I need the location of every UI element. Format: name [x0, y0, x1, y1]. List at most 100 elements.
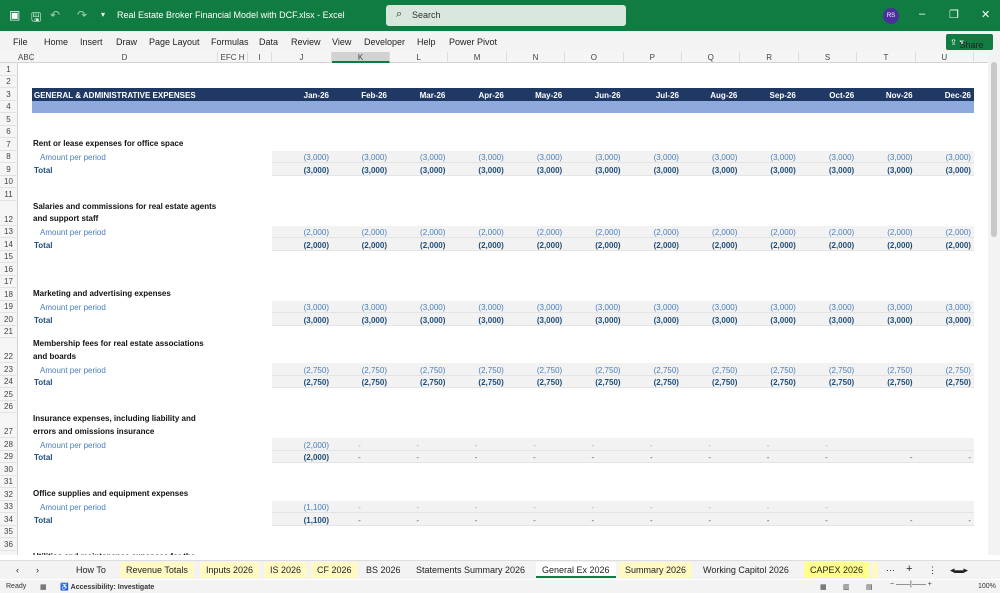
- sheet-tab-is-2026[interactable]: IS 2026: [264, 562, 308, 578]
- undo-icon[interactable]: ↶: [50, 8, 60, 22]
- row-header[interactable]: 4: [0, 100, 18, 113]
- row-header[interactable]: 12: [0, 200, 18, 226]
- amount-cell[interactable]: -: [448, 438, 506, 451]
- total-cell[interactable]: -: [448, 513, 506, 526]
- amount-cell[interactable]: (2,000): [799, 226, 857, 239]
- amount-cell[interactable]: (2,750): [565, 363, 623, 376]
- amount-cell[interactable]: (3,000): [332, 151, 390, 164]
- total-cell[interactable]: (2,000): [448, 238, 506, 251]
- row-header[interactable]: 3: [0, 88, 18, 101]
- amount-cell[interactable]: (3,000): [740, 301, 798, 314]
- row-header[interactable]: 22: [0, 338, 18, 363]
- row-header[interactable]: 37: [0, 550, 18, 555]
- column-header-r[interactable]: R: [740, 52, 799, 63]
- column-header-p[interactable]: P: [624, 52, 682, 63]
- total-cell[interactable]: -: [916, 451, 974, 464]
- amount-cell[interactable]: (3,000): [857, 151, 915, 164]
- amount-cell[interactable]: (2,000): [448, 226, 506, 239]
- row-header[interactable]: 35: [0, 525, 18, 538]
- total-cell[interactable]: -: [332, 451, 390, 464]
- amount-cell[interactable]: -: [740, 438, 798, 451]
- amount-cell[interactable]: (2,750): [740, 363, 798, 376]
- total-cell[interactable]: (2,000): [565, 238, 623, 251]
- total-cell[interactable]: (3,000): [272, 163, 332, 176]
- amount-cell[interactable]: (2,750): [390, 363, 448, 376]
- row-header[interactable]: 1: [0, 63, 18, 76]
- amount-cell[interactable]: (2,750): [916, 363, 974, 376]
- row-header[interactable]: 8: [0, 150, 18, 163]
- amount-cell[interactable]: -: [390, 438, 448, 451]
- amount-cell[interactable]: (2,750): [272, 363, 332, 376]
- amount-cell[interactable]: (3,000): [857, 301, 915, 314]
- row-header[interactable]: 18: [0, 288, 18, 301]
- total-cell[interactable]: (2,000): [390, 238, 448, 251]
- amount-cell[interactable]: (2,000): [507, 226, 565, 239]
- amount-cell[interactable]: -: [682, 501, 740, 514]
- total-cell[interactable]: (3,000): [390, 163, 448, 176]
- total-cell[interactable]: (2,000): [624, 238, 682, 251]
- menu-data[interactable]: Data: [259, 37, 278, 47]
- column-header-s[interactable]: S: [799, 52, 858, 63]
- total-cell[interactable]: -: [390, 513, 448, 526]
- total-cell[interactable]: -: [682, 451, 740, 464]
- vertical-scrollbar[interactable]: [988, 52, 1000, 555]
- total-cell[interactable]: (3,000): [799, 313, 857, 326]
- menu-developer[interactable]: Developer: [364, 37, 405, 47]
- total-cell[interactable]: (2,000): [272, 451, 332, 464]
- total-cell[interactable]: -: [857, 513, 915, 526]
- menu-formulas[interactable]: Formulas: [211, 37, 249, 47]
- total-cell[interactable]: (2,000): [799, 238, 857, 251]
- total-cell[interactable]: -: [448, 451, 506, 464]
- row-header[interactable]: 13: [0, 225, 18, 238]
- options-icon[interactable]: ⋮: [922, 562, 943, 578]
- menu-draw[interactable]: Draw: [116, 37, 137, 47]
- row-header[interactable]: 26: [0, 400, 18, 413]
- column-header-n[interactable]: N: [507, 52, 566, 63]
- total-cell[interactable]: (3,000): [272, 313, 332, 326]
- zoom-level[interactable]: 100%: [978, 583, 996, 590]
- total-cell[interactable]: (2,750): [740, 376, 798, 389]
- amount-cell[interactable]: (2,000): [916, 226, 974, 239]
- amount-cell[interactable]: [857, 438, 915, 451]
- total-cell[interactable]: (3,000): [390, 313, 448, 326]
- amount-cell[interactable]: (2,750): [682, 363, 740, 376]
- total-cell[interactable]: (2,750): [682, 376, 740, 389]
- total-cell[interactable]: (3,000): [916, 163, 974, 176]
- amount-cell[interactable]: (3,000): [799, 151, 857, 164]
- row-header[interactable]: 29: [0, 450, 18, 463]
- total-cell[interactable]: (2,750): [332, 376, 390, 389]
- column-header-q[interactable]: Q: [682, 52, 741, 63]
- share-button[interactable]: ⇪ Share ▾: [946, 34, 993, 50]
- amount-cell[interactable]: -: [799, 501, 857, 514]
- total-cell[interactable]: (3,000): [799, 163, 857, 176]
- total-cell[interactable]: (3,000): [857, 163, 915, 176]
- amount-cell[interactable]: (2,000): [332, 226, 390, 239]
- total-cell[interactable]: (1,100): [272, 513, 332, 526]
- menu-view[interactable]: View: [332, 37, 351, 47]
- amount-cell[interactable]: -: [682, 438, 740, 451]
- total-cell[interactable]: (3,000): [565, 313, 623, 326]
- total-cell[interactable]: -: [740, 451, 798, 464]
- amount-cell[interactable]: (2,000): [624, 226, 682, 239]
- total-cell[interactable]: (3,000): [857, 313, 915, 326]
- sheet-tab-bs-2026[interactable]: BS 2026: [360, 562, 407, 578]
- column-header-j[interactable]: J: [272, 52, 332, 63]
- row-header[interactable]: 2: [0, 75, 18, 88]
- total-cell[interactable]: -: [799, 451, 857, 464]
- total-cell[interactable]: (3,000): [740, 313, 798, 326]
- total-cell[interactable]: (3,000): [916, 313, 974, 326]
- more-sheets-icon[interactable]: ⋯: [880, 562, 901, 578]
- row-header[interactable]: 36: [0, 538, 18, 551]
- amount-cell[interactable]: (3,000): [916, 151, 974, 164]
- spreadsheet-grid[interactable]: 1 2 3 GENERAL & ADMINISTRATIVE EXPENSES Jan-…: [0, 63, 988, 555]
- amount-cell[interactable]: (2,750): [507, 363, 565, 376]
- redo-icon[interactable]: ↷: [77, 8, 87, 22]
- amount-cell[interactable]: (3,000): [448, 301, 506, 314]
- column-header-k[interactable]: K: [332, 52, 390, 63]
- column-header-d[interactable]: D: [32, 52, 218, 63]
- amount-cell[interactable]: (3,000): [565, 301, 623, 314]
- total-cell[interactable]: (2,750): [272, 376, 332, 389]
- amount-cell[interactable]: (2,750): [332, 363, 390, 376]
- total-cell[interactable]: -: [565, 513, 623, 526]
- menu-power-pivot[interactable]: Power Pivot: [449, 37, 497, 47]
